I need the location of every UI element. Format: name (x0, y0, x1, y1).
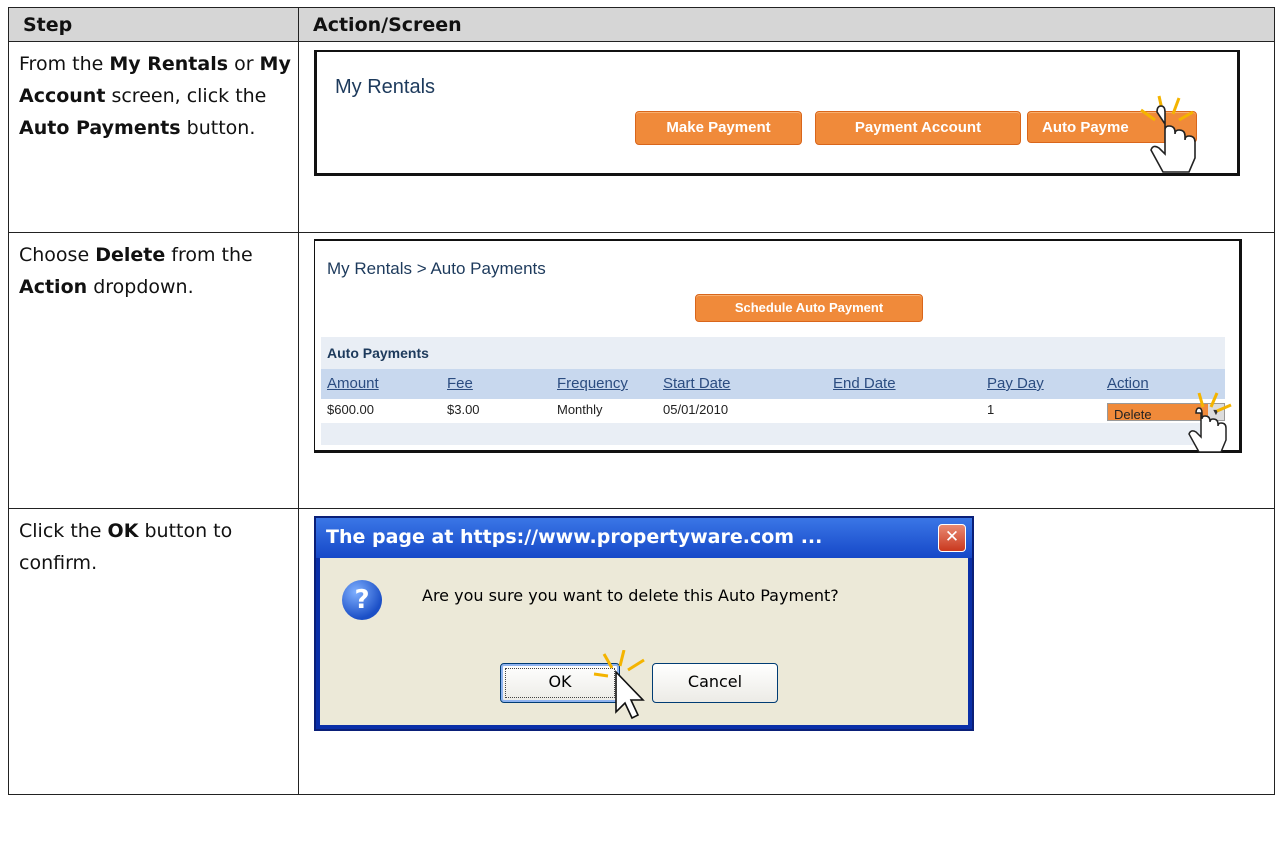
my-rentals-screenshot: My Rentals Make Payment Payment Account … (314, 50, 1240, 176)
breadcrumb: My Rentals > Auto Payments (327, 259, 546, 278)
step-text-part: Click the (19, 520, 108, 542)
cell-amount: $600.00 (327, 402, 374, 417)
dialog-body: ? Are you sure you want to delete this A… (320, 558, 968, 725)
step-keyword: Action (19, 276, 88, 298)
click-burst-icon (1140, 95, 1194, 122)
action-cell: My Rentals > Auto Payments Schedule Auto… (298, 232, 1275, 509)
table-row: From the My Rentals or My Account screen… (8, 41, 1275, 233)
column-action[interactable]: Action (1107, 375, 1149, 392)
cell-pay-day: 1 (987, 402, 995, 417)
action-cell: My Rentals Make Payment Payment Account … (298, 41, 1275, 233)
column-end-date[interactable]: End Date (833, 375, 896, 392)
action-cell: The page at https://www.propertyware.com… (298, 508, 1275, 795)
instruction-table: Step Action/Screen From the My Rentals o… (8, 7, 1275, 795)
table-row: Click the OK button to confirm. The page… (8, 508, 1275, 795)
hand-cursor-icon (1140, 95, 1196, 173)
step-keyword: My Rentals (109, 53, 229, 75)
cell-frequency: Monthly (557, 402, 603, 417)
click-burst-icon (1197, 392, 1232, 413)
cell-fee: $3.00 (447, 402, 480, 417)
step-text-part: dropdown. (87, 276, 194, 298)
column-frequency[interactable]: Frequency (557, 375, 628, 392)
header-step: Step (8, 7, 299, 42)
step-keyword: Delete (95, 244, 166, 266)
schedule-auto-payment-button[interactable]: Schedule Auto Payment (695, 294, 923, 322)
panel-title: Auto Payments (327, 345, 429, 361)
step-text-part: from the (165, 244, 253, 266)
dialog-title: The page at https://www.propertyware.com… (326, 526, 823, 548)
step-text-part: or (228, 53, 260, 75)
cancel-button[interactable]: Cancel (652, 663, 778, 703)
action-dropdown-value: Delete (1114, 407, 1152, 422)
step-text-part: From the (19, 53, 110, 75)
page-title: My Rentals (335, 76, 436, 98)
make-payment-button[interactable]: Make Payment (635, 111, 802, 145)
column-header-row: Amount Fee Frequency Start Date End Date… (321, 369, 1225, 399)
step-text: From the My Rentals or My Account screen… (8, 41, 299, 233)
hand-cursor-icon (1188, 392, 1232, 453)
question-icon: ? (342, 580, 382, 620)
table-row: $600.00 $3.00 Monthly 05/01/2010 1 Delet… (321, 399, 1225, 423)
confirm-dialog: The page at https://www.propertyware.com… (314, 516, 974, 731)
step-keyword: Auto Payments (19, 117, 181, 139)
step-text-part: screen, click the (105, 85, 267, 107)
step-text-part: button. (180, 117, 256, 139)
auto-payments-panel: Auto Payments Amount Fee Frequency Start… (321, 337, 1225, 445)
dialog-titlebar[interactable]: The page at https://www.propertyware.com… (316, 518, 972, 558)
column-amount[interactable]: Amount (327, 375, 379, 392)
auto-payments-screenshot: My Rentals > Auto Payments Schedule Auto… (314, 239, 1242, 453)
cell-start-date: 05/01/2010 (663, 402, 729, 417)
table-row: Choose Delete from the Action dropdown. … (8, 232, 1275, 509)
click-burst-icon (593, 650, 645, 678)
dialog-message: Are you sure you want to delete this Aut… (422, 586, 839, 605)
close-icon[interactable]: ✕ (938, 524, 966, 552)
header-action: Action/Screen (298, 7, 1275, 42)
arrow-cursor-icon (593, 650, 645, 720)
step-text-part: Choose (19, 244, 96, 266)
step-keyword: OK (107, 520, 139, 542)
column-fee[interactable]: Fee (447, 375, 473, 392)
step-text: Choose Delete from the Action dropdown. (8, 232, 299, 509)
payment-account-button[interactable]: Payment Account (815, 111, 1021, 145)
column-start-date[interactable]: Start Date (663, 375, 731, 392)
step-text: Click the OK button to confirm. (8, 508, 299, 795)
column-pay-day[interactable]: Pay Day (987, 375, 1044, 392)
table-header-row: Step Action/Screen (8, 7, 1275, 42)
